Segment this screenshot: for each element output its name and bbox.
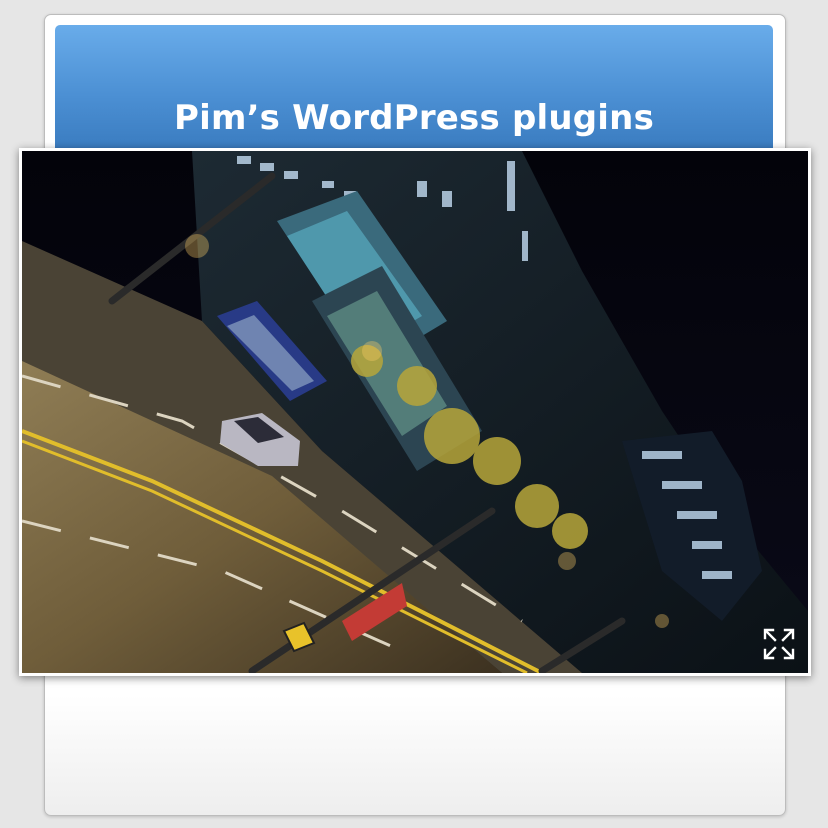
site-title: Pim’s WordPress plugins	[173, 98, 655, 138]
lightbox-overlay	[19, 148, 811, 676]
fullscreen-button[interactable]	[762, 627, 796, 661]
night-street-photo	[22, 151, 808, 673]
expand-arrows-icon	[763, 628, 795, 660]
lightbox-photo[interactable]	[22, 151, 808, 673]
